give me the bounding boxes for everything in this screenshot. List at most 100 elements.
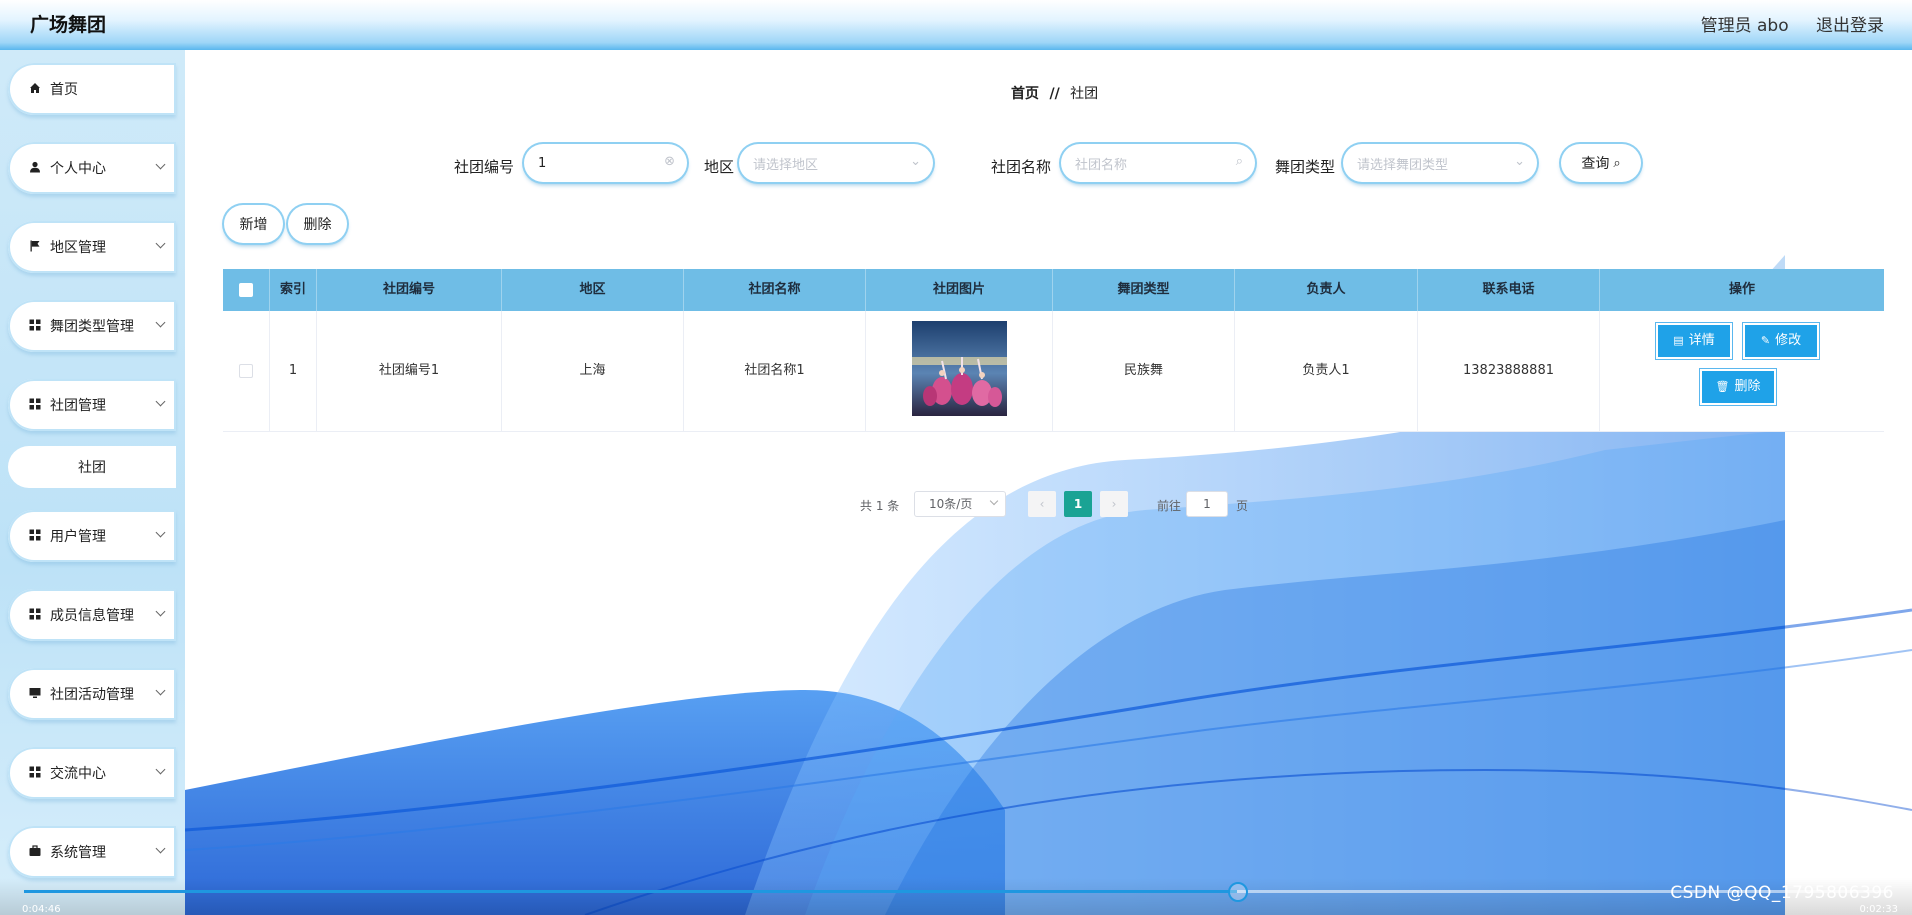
chevron-down-icon <box>155 764 166 775</box>
goto-label: 前往 <box>1157 499 1182 513</box>
grid-icon <box>28 766 42 781</box>
goto-page-input[interactable]: 1 <box>1186 491 1228 517</box>
breadcrumb-home[interactable]: 首页 <box>1011 86 1039 102</box>
breadcrumb: 首页 // 社团 <box>1011 83 1098 103</box>
breadcrumb-current: 社团 <box>1070 86 1099 102</box>
app-brand: 广场舞团 <box>30 14 107 36</box>
dance-type-label: 舞团类型 <box>1275 158 1336 176</box>
header-leader: 负责人 <box>1235 269 1418 311</box>
club-no-value: 1 <box>538 155 547 171</box>
total-count: 共 1 条 <box>860 499 900 513</box>
sidebar-item-label: 地区管理 <box>50 240 106 256</box>
grid-icon <box>28 319 42 334</box>
video-progress-fill <box>24 890 1238 893</box>
row-select[interactable] <box>223 311 270 431</box>
video-progress-handle[interactable] <box>1228 882 1249 902</box>
logout-link[interactable]: 退出登录 <box>1816 16 1884 36</box>
chevron-down-icon <box>155 685 166 696</box>
sidebar-item-label: 系统管理 <box>50 845 106 861</box>
watermark: CSDN @QQ_1795806396 <box>1670 883 1894 903</box>
sidebar-item-label: 社团管理 <box>50 398 106 414</box>
flag-icon <box>28 240 42 255</box>
header-club-no: 社团编号 <box>317 269 502 311</box>
cell-dance-type: 民族舞 <box>1053 311 1235 431</box>
next-page-button[interactable]: › <box>1100 491 1128 517</box>
club-no-input[interactable]: 1 ⊗ <box>524 144 687 182</box>
sidebar-item-label: 首页 <box>50 82 78 98</box>
pagination: 共 1 条 10条/页 ‹ 1 › 前往 1 页 <box>185 490 1912 520</box>
sidebar-item-label: 交流中心 <box>50 766 106 782</box>
select-all-checkbox[interactable] <box>239 282 253 297</box>
header-club-name: 社团名称 <box>684 269 866 311</box>
prev-page-button[interactable]: ‹ <box>1028 491 1056 517</box>
chevron-left-icon: ‹ <box>1039 497 1045 511</box>
document-icon: ▤ <box>1673 334 1684 347</box>
cell-club-name: 社团名称1 <box>684 311 866 431</box>
cell-leader: 负责人1 <box>1235 311 1418 431</box>
page-size-value: 10条/页 <box>929 497 973 511</box>
chevron-down-icon: ⌄ <box>910 154 921 169</box>
sidebar-item-home[interactable]: 首页 <box>8 63 176 115</box>
dance-type-select[interactable]: 请选择舞团类型 ⌄ <box>1343 144 1537 182</box>
edit-label: 修改 <box>1775 333 1802 348</box>
header-select-all[interactable] <box>223 269 270 311</box>
user-icon <box>28 161 42 176</box>
sidebar: 首页 个人中心 地区管理 舞团类型管理 社团管理 社团 用户管理 成员信息管理 … <box>0 50 185 915</box>
sidebar-item-users[interactable]: 用户管理 <box>8 510 176 562</box>
row-checkbox[interactable] <box>239 363 253 378</box>
page-size-select[interactable]: 10条/页 <box>914 491 1006 517</box>
chevron-down-icon <box>155 843 166 854</box>
page-suffix: 页 <box>1236 499 1249 513</box>
region-select[interactable]: 请选择地区 ⌄ <box>739 144 933 182</box>
chevron-down-icon: ⌄ <box>1514 154 1525 169</box>
top-bar: 广场舞团 管理员 abo 退出登录 <box>0 0 1912 50</box>
header-region: 地区 <box>502 269 684 311</box>
table-header: 索引 社团编号 地区 社团名称 社团图片 舞团类型 负责人 联系电话 操作 <box>223 269 1884 311</box>
chevron-down-icon <box>155 317 166 328</box>
grid-icon <box>28 398 42 413</box>
sidebar-subitem-club[interactable]: 社团 <box>8 446 176 488</box>
club-name-input[interactable]: 社团名称 ⌕ <box>1061 144 1255 182</box>
row-delete-button[interactable]: 🗑 删除 <box>1702 371 1774 403</box>
header-phone: 联系电话 <box>1418 269 1600 311</box>
add-button-label: 新增 <box>239 217 268 233</box>
sidebar-item-club[interactable]: 社团管理 <box>8 379 176 431</box>
home-icon <box>28 82 42 97</box>
page-number-current[interactable]: 1 <box>1064 491 1092 517</box>
sidebar-item-personal-center[interactable]: 个人中心 <box>8 142 176 194</box>
sidebar-item-label: 社团活动管理 <box>50 687 134 703</box>
video-remaining-time: 0:02:33 <box>1859 904 1898 915</box>
sidebar-subitem-label: 社团 <box>78 460 106 476</box>
table-row: 1 社团编号1 上海 社团名称1 民族舞 负责人1 13823888881 ▤ … <box>223 311 1884 432</box>
sidebar-item-label: 舞团类型管理 <box>50 319 134 335</box>
sidebar-item-region[interactable]: 地区管理 <box>8 221 176 273</box>
sidebar-item-dance-type[interactable]: 舞团类型管理 <box>8 300 176 352</box>
add-button[interactable]: 新增 <box>224 205 283 243</box>
header-club-image: 社团图片 <box>866 269 1053 311</box>
cell-operations: ▤ 详情 ✎ 修改 🗑 删除 <box>1600 311 1884 431</box>
chevron-down-icon <box>155 606 166 617</box>
sidebar-item-activities[interactable]: 社团活动管理 <box>8 668 176 720</box>
query-button-label: 查询 <box>1581 156 1610 172</box>
clear-icon[interactable]: ⊗ <box>664 154 675 169</box>
batch-delete-button[interactable]: 删除 <box>288 205 347 243</box>
query-button[interactable]: 查询 ⌕ <box>1561 144 1641 182</box>
video-progress-track[interactable] <box>24 882 1888 902</box>
batch-delete-label: 删除 <box>303 217 332 233</box>
cell-club-no: 社团编号1 <box>317 311 502 431</box>
region-placeholder: 请选择地区 <box>753 157 819 173</box>
video-elapsed-time: 0:04:46 <box>22 904 61 915</box>
chevron-down-icon <box>989 496 999 506</box>
main-content: 首页 // 社团 社团编号 1 ⊗ 地区 请选择地区 ⌄ 社团名称 社团名称 ⌕… <box>185 50 1912 915</box>
sidebar-item-exchange[interactable]: 交流中心 <box>8 747 176 799</box>
cell-club-image <box>866 311 1053 431</box>
breadcrumb-separator: // <box>1049 86 1060 102</box>
chevron-right-icon: › <box>1111 497 1117 511</box>
sidebar-item-members[interactable]: 成员信息管理 <box>8 589 176 641</box>
chevron-down-icon <box>155 238 166 249</box>
sidebar-item-system[interactable]: 系统管理 <box>8 826 176 878</box>
dance-type-placeholder: 请选择舞团类型 <box>1357 157 1449 173</box>
chevron-down-icon <box>155 159 166 170</box>
club-photo[interactable] <box>912 321 1007 416</box>
row-delete-label: 删除 <box>1734 379 1761 394</box>
